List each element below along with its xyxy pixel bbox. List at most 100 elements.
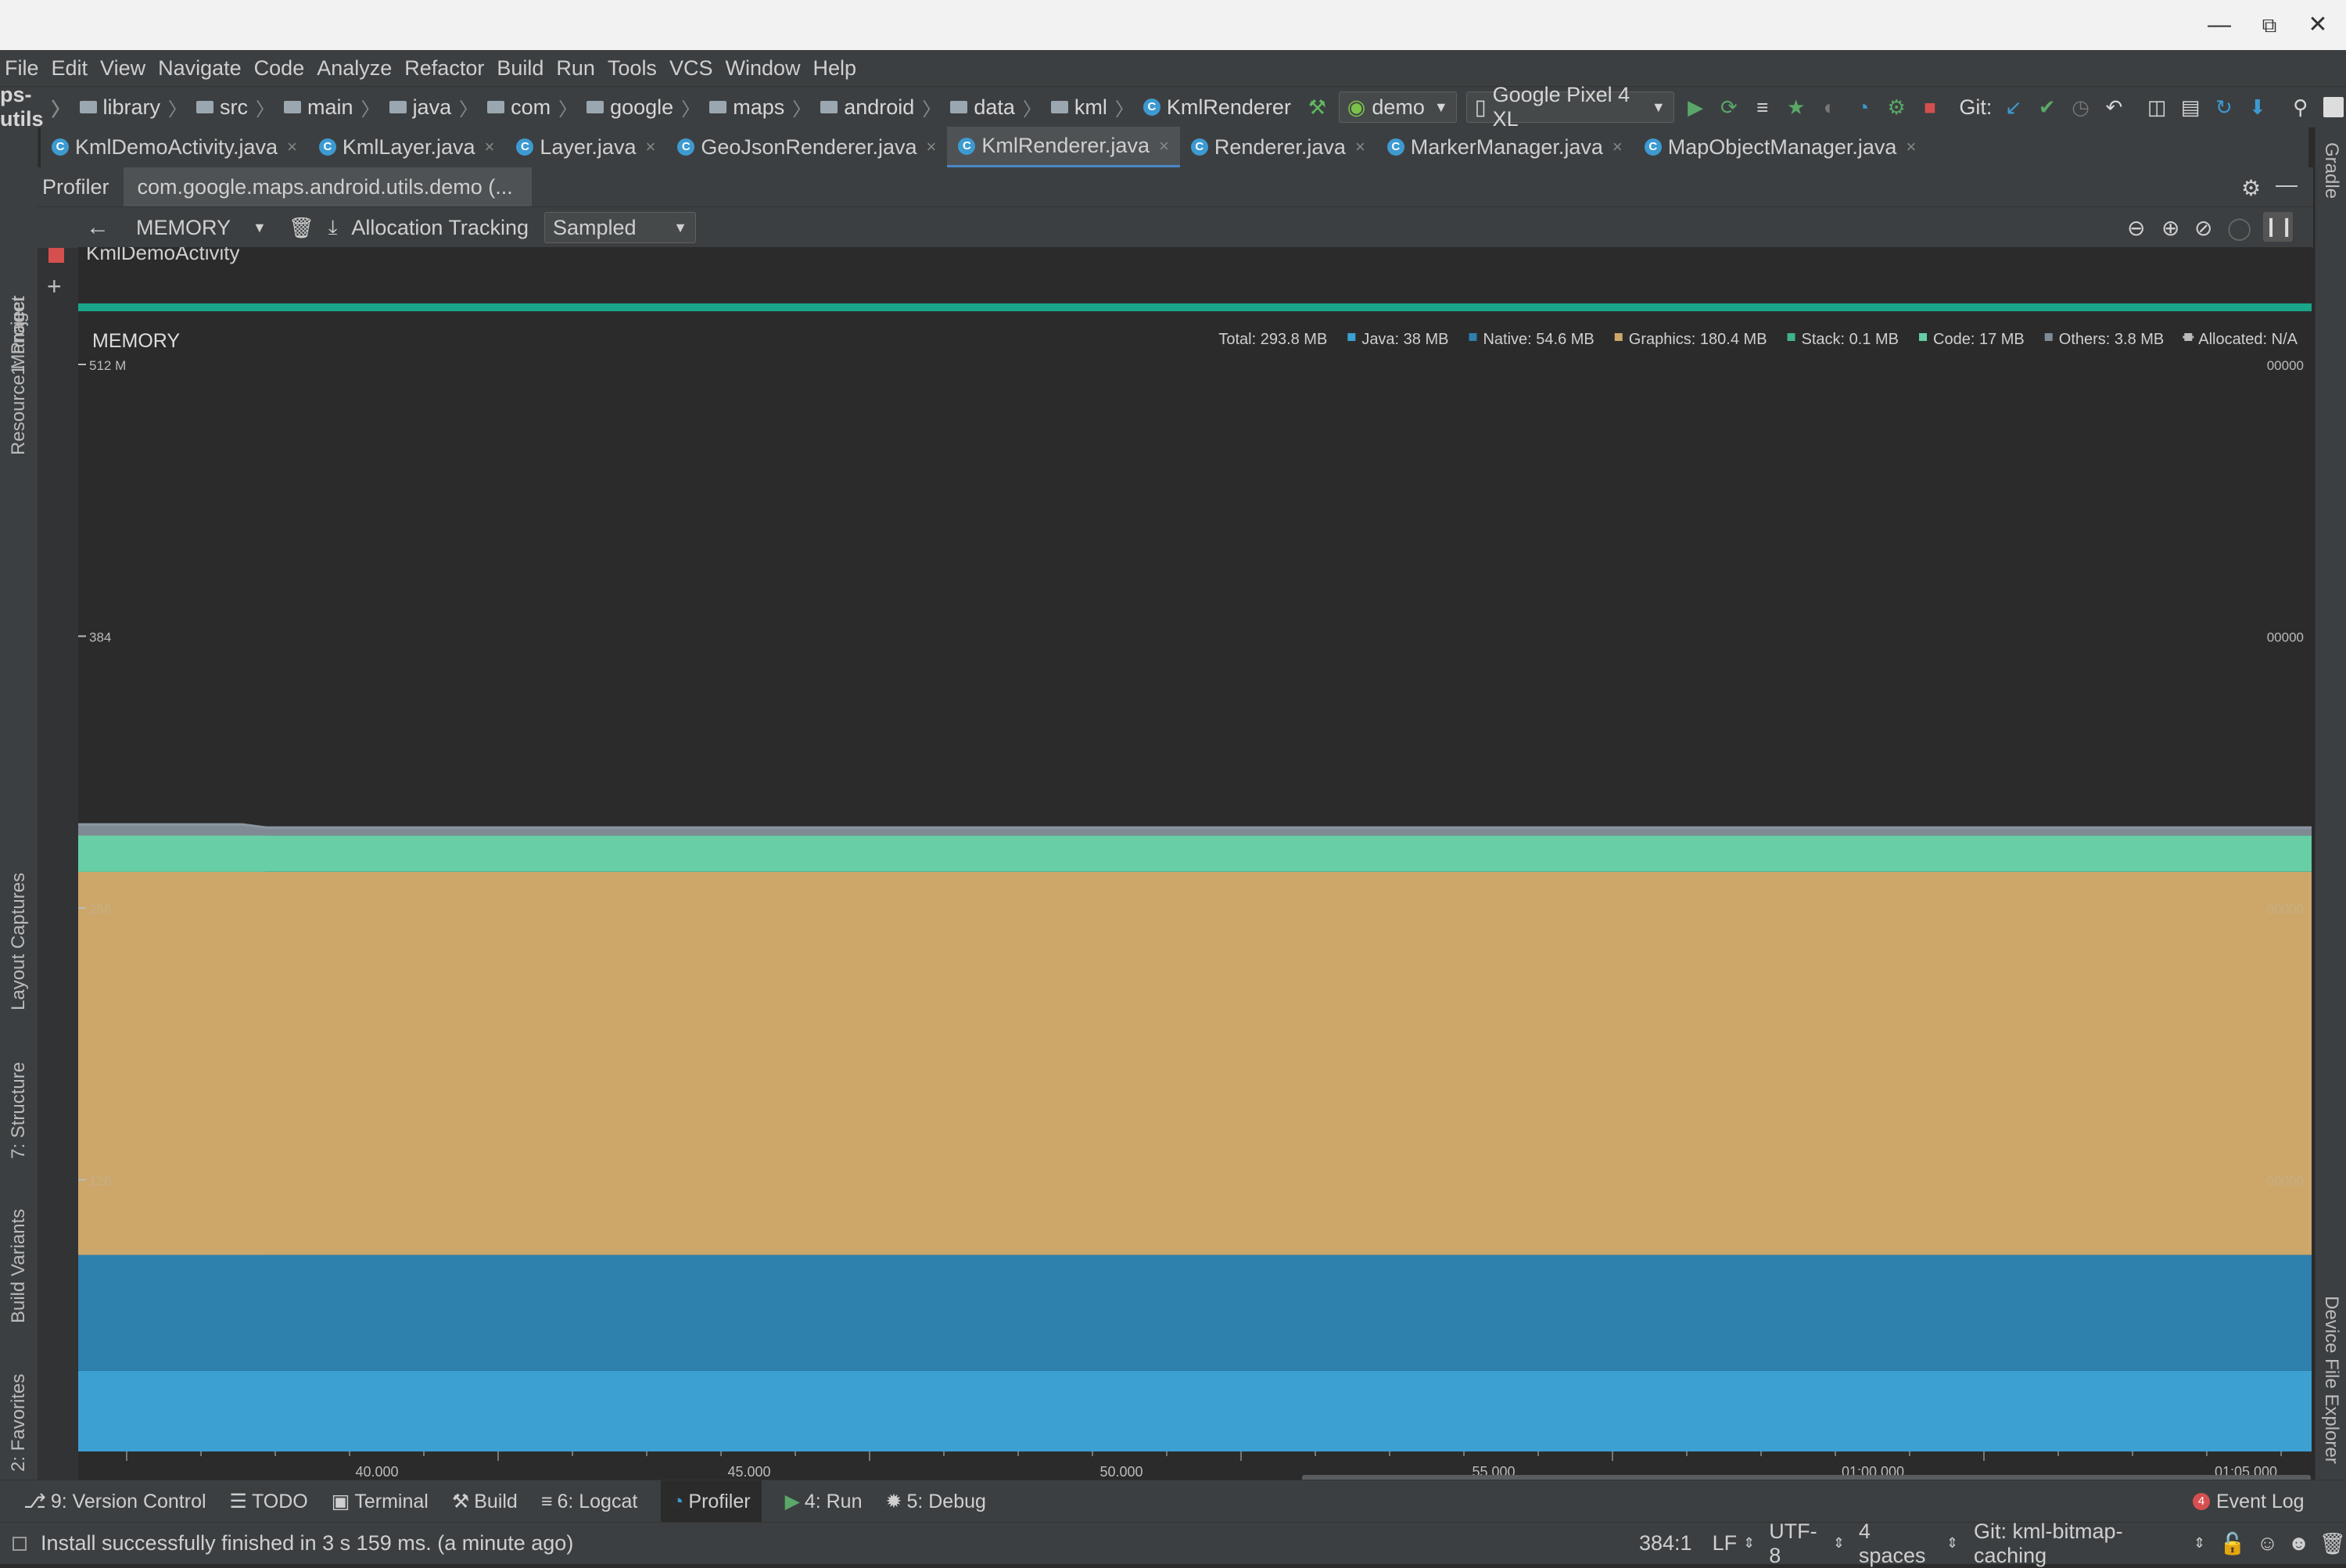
zoom-in-icon[interactable]: ⊕ [2161, 215, 2179, 241]
breadcrumb-item[interactable]: maps 〉 [709, 94, 816, 121]
smiley-icon[interactable]: ☺ [2257, 1531, 2279, 1555]
lock-icon[interactable]: 🔓 [2219, 1531, 2246, 1556]
tool-window-todo[interactable]: ☰ TODO [230, 1490, 308, 1513]
tab-kmlrenderer-java[interactable]: C KmlRenderer.java × [947, 127, 1180, 167]
tab-renderer-java[interactable]: C Renderer.java × [1180, 127, 1376, 167]
line-separator[interactable]: LF [1713, 1531, 1738, 1555]
inspection-icon[interactable]: ☻ [2287, 1531, 2309, 1555]
tab-mapobjectmanager-java[interactable]: C MapObjectManager.java × [1634, 127, 1928, 167]
breadcrumb-item[interactable]: src 〉 [196, 94, 279, 121]
menu-tools[interactable]: Tools [608, 56, 657, 81]
run-config-select[interactable]: ◉ demo ▼ [1338, 91, 1457, 123]
tool-window-terminal[interactable]: ▣ Terminal [332, 1490, 429, 1513]
trash-icon[interactable]: 🗑 [289, 216, 314, 240]
tab-layer-java[interactable]: C Layer.java × [505, 127, 666, 167]
heap-dump-icon[interactable]: ⤓ [328, 215, 338, 240]
minimize-icon[interactable]: — [2205, 11, 2233, 39]
trash-icon[interactable]: 🗑 [2319, 1531, 2346, 1556]
tool-window-5-debug[interactable]: ✹ 5: Debug [886, 1490, 986, 1513]
attach-debugger-icon[interactable]: ⚙ [1885, 94, 1909, 120]
stop-icon[interactable]: ■ [1918, 94, 1942, 120]
indent-setting[interactable]: 4 spaces [1859, 1520, 1940, 1568]
menu-view[interactable]: View [100, 56, 145, 81]
close-tab-icon[interactable]: × [1159, 136, 1169, 156]
close-tab-icon[interactable]: × [645, 137, 655, 157]
apply-code-changes-icon[interactable]: ≡ [1750, 94, 1774, 120]
tool-window-build[interactable]: ⚒ Build [452, 1490, 518, 1513]
pause-icon[interactable]: ❙❙ [2263, 212, 2294, 242]
tool-window-9-version-control[interactable]: ⎇ 9: Version Control [23, 1490, 206, 1513]
breadcrumb-item[interactable]: ps-utils 〉 [0, 83, 75, 131]
tab-geojsonrenderer-java[interactable]: C GeoJsonRenderer.java × [666, 127, 947, 167]
hide-icon[interactable]: — [2276, 172, 2298, 197]
event-log-button[interactable]: 4 Event Log [2193, 1480, 2305, 1523]
run-icon[interactable]: ▶ [1684, 94, 1708, 120]
hammer-icon[interactable]: ⚒ [1305, 94, 1329, 120]
session-tab[interactable]: com.google.maps.android.utils.demo (... [123, 167, 532, 206]
debug-icon[interactable]: ★ [1784, 94, 1808, 120]
zoom-selection-icon[interactable]: ◯ [2227, 215, 2251, 241]
restore-icon[interactable]: ⧉ [2255, 11, 2283, 39]
menu-code[interactable]: Code [254, 56, 305, 81]
close-icon[interactable]: ✕ [2304, 11, 2332, 39]
breadcrumb-item[interactable]: C KmlRenderer [1143, 95, 1291, 120]
allocation-mode-select[interactable]: Sampled ▼ [543, 212, 696, 243]
status-toggle-icon[interactable] [13, 1536, 27, 1551]
tool-window-profiler[interactable]: ◔ Profiler [661, 1480, 762, 1523]
caret-position[interactable]: 384:1 [1639, 1531, 1692, 1555]
zoom-out-icon[interactable]: ⊖ [2127, 215, 2145, 241]
tool-build-variants[interactable]: Build Variants [8, 1209, 30, 1323]
tool-window-4-run[interactable]: ▶ 4: Run [785, 1490, 863, 1513]
menu-navigate[interactable]: Navigate [158, 56, 242, 81]
breadcrumb-item[interactable]: android 〉 [820, 94, 945, 121]
tool-layout-captures[interactable]: Layout Captures [8, 873, 30, 1010]
tool-structure[interactable]: 7: Structure [8, 1062, 30, 1159]
menu-refactor[interactable]: Refactor [404, 56, 484, 81]
avd-manager-icon[interactable]: ▤ [2179, 94, 2203, 120]
menu-vcs[interactable]: VCS [669, 56, 713, 81]
menu-analyze[interactable]: Analyze [317, 56, 392, 81]
breadcrumb-item[interactable]: google 〉 [586, 94, 705, 121]
menu-edit[interactable]: Edit [52, 56, 88, 81]
close-tab-icon[interactable]: × [927, 137, 937, 157]
sync-gradle-icon[interactable]: ↻ [2211, 94, 2236, 120]
breadcrumb-item[interactable]: library 〉 [79, 94, 192, 121]
back-arrow-icon[interactable]: ← [86, 214, 109, 241]
tool-device-file-explorer[interactable]: Device File Explorer [2320, 1296, 2342, 1464]
tab-kmldemoactivity-java[interactable]: C KmlDemoActivity.java × [41, 127, 308, 167]
breadcrumb-item[interactable]: kml 〉 [1050, 94, 1139, 121]
close-tab-icon[interactable]: × [287, 137, 297, 157]
monitor-select[interactable]: MEMORY ▼ [136, 216, 267, 240]
gear-icon[interactable]: ⚙ [2241, 175, 2261, 201]
menu-file[interactable]: File [5, 56, 39, 81]
git-branch[interactable]: Git: kml-bitmap-caching [1974, 1520, 2187, 1568]
tab-markermanager-java[interactable]: C MarkerManager.java × [1376, 127, 1634, 167]
breadcrumb-item[interactable]: main 〉 [284, 94, 385, 121]
git-update-icon[interactable]: ↙ [2001, 94, 2025, 120]
breadcrumb-item[interactable]: com 〉 [487, 94, 582, 121]
project-structure-icon[interactable]: ◫ [2145, 94, 2169, 120]
close-tab-icon[interactable]: × [1612, 137, 1623, 157]
breadcrumb-item[interactable]: data 〉 [950, 94, 1046, 121]
menu-window[interactable]: Window [725, 56, 800, 81]
tab-kmllayer-java[interactable]: C KmlLayer.java × [308, 127, 505, 167]
tool-favorites[interactable]: 2: Favorites [8, 1374, 30, 1472]
stop-session-icon[interactable] [48, 247, 64, 263]
apply-changes-icon[interactable]: ⟳ [1717, 94, 1742, 120]
search-icon[interactable]: ⚲ [2288, 94, 2312, 120]
file-encoding[interactable]: UTF-8 [1769, 1520, 1827, 1568]
close-tab-icon[interactable]: × [485, 137, 495, 157]
git-commit-icon[interactable]: ✔ [2035, 94, 2059, 120]
profile-icon[interactable]: ◔ [1851, 94, 1875, 120]
close-tab-icon[interactable]: × [1906, 137, 1916, 157]
menu-run[interactable]: Run [556, 56, 595, 81]
add-session-icon[interactable]: + [47, 272, 62, 301]
user-icon[interactable] [2322, 94, 2346, 120]
git-history-icon[interactable]: ◷ [2068, 94, 2093, 120]
close-tab-icon[interactable]: × [1355, 137, 1365, 157]
device-select[interactable]: ▯ Google Pixel 4 XL ▼ [1465, 83, 1674, 131]
coverage-icon[interactable]: ◐ [1817, 94, 1842, 120]
reset-zoom-icon[interactable]: ⊘ [2194, 215, 2212, 241]
breadcrumb-item[interactable]: java 〉 [389, 94, 483, 121]
tool-window-6-logcat[interactable]: ≡ 6: Logcat [541, 1491, 637, 1513]
